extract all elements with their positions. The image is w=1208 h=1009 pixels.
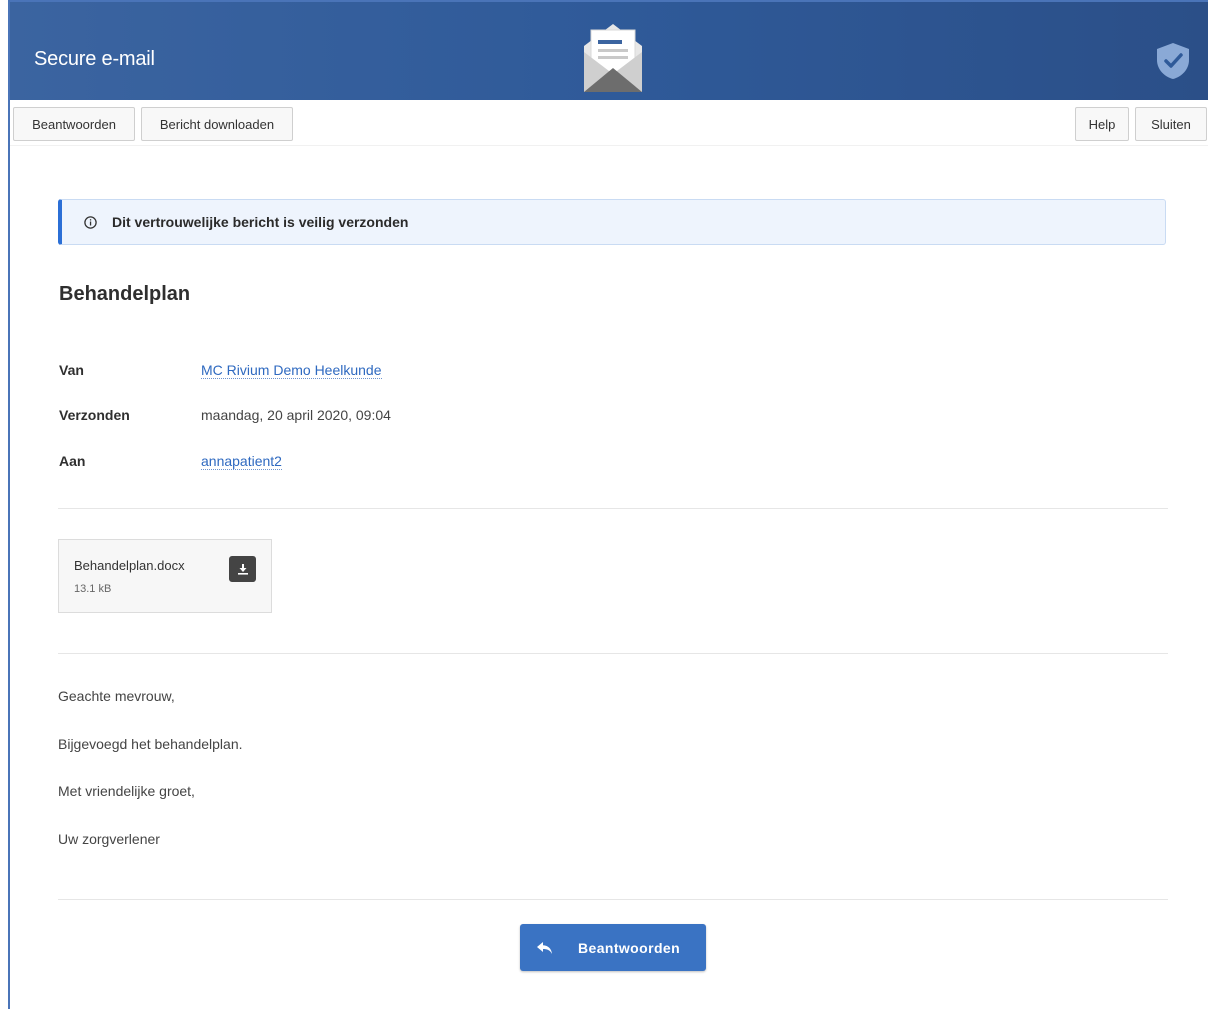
reply-button[interactable]: Beantwoorden: [520, 924, 706, 971]
attachment-name: Behandelplan.docx: [74, 558, 185, 573]
recipient-link[interactable]: annapatient2: [201, 453, 282, 470]
sent-value: maandag, 20 april 2020, 09:04: [201, 407, 391, 423]
info-icon: [84, 215, 97, 229]
body-greeting: Geachte mevrouw,: [58, 688, 175, 704]
body-line: Bijgevoegd het behandelplan.: [58, 736, 243, 752]
reply-toolbar-button[interactable]: Beantwoorden: [13, 107, 135, 141]
divider: [58, 653, 1168, 654]
shield-check-icon: [1157, 43, 1189, 79]
notice-text: Dit vertrouwelijke bericht is veilig ver…: [112, 214, 409, 230]
divider: [58, 899, 1168, 900]
reply-icon: [537, 941, 552, 954]
attachment-download-button[interactable]: [229, 556, 256, 582]
body-signature: Uw zorgverlener: [58, 831, 160, 847]
close-button[interactable]: Sluiten: [1135, 107, 1207, 141]
envelope-icon: [584, 24, 642, 92]
to-label: Aan: [59, 453, 86, 469]
message-subject: Behandelplan: [59, 283, 191, 305]
sent-label: Verzonden: [59, 407, 130, 423]
reply-button-label: Beantwoorden: [578, 939, 681, 956]
app-title: Secure e-mail: [34, 48, 155, 70]
security-notice: Dit vertrouwelijke bericht is veilig ver…: [58, 199, 1166, 245]
app-window: Secure e-mail Beantwoorden Bericht downl…: [8, 0, 1208, 1009]
download-icon: [237, 564, 248, 575]
sender-link[interactable]: MC Rivium Demo Heelkunde: [201, 362, 382, 379]
divider: [58, 508, 1168, 509]
download-message-button[interactable]: Bericht downloaden: [141, 107, 293, 141]
help-button[interactable]: Help: [1075, 107, 1129, 141]
from-label: Van: [59, 362, 84, 378]
body-closing: Met vriendelijke groet,: [58, 783, 195, 799]
attachment-card[interactable]: Behandelplan.docx 13.1 kB: [58, 539, 272, 613]
toolbar: Beantwoorden Bericht downloaden Help Slu…: [10, 100, 1208, 146]
from-value: MC Rivium Demo Heelkunde: [201, 362, 382, 379]
app-header: Secure e-mail: [10, 2, 1208, 100]
to-value: annapatient2: [201, 453, 282, 470]
attachment-size: 13.1 kB: [74, 583, 112, 595]
